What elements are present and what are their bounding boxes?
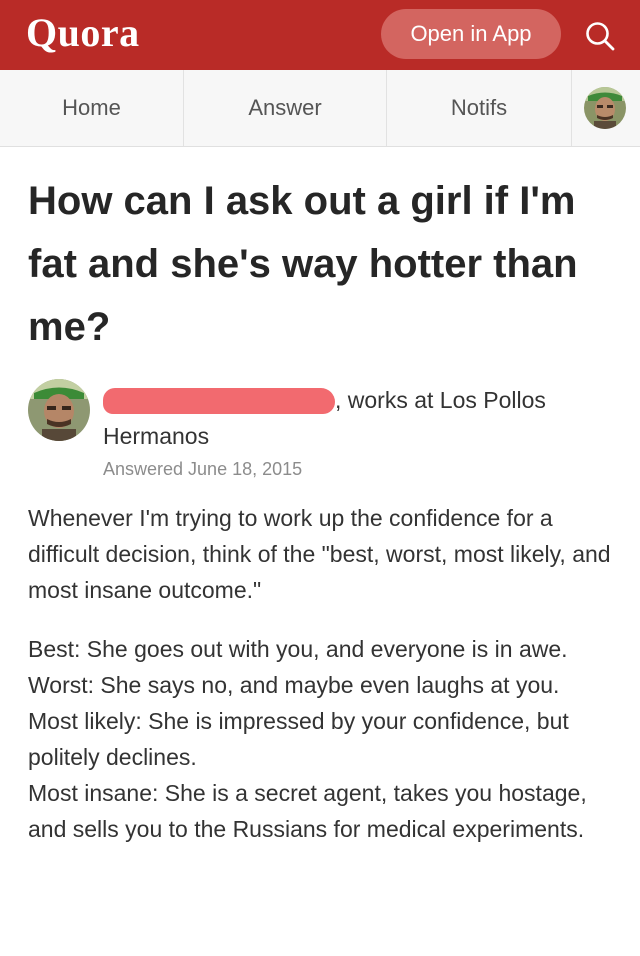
- answer-line-most-insane: Most insane: She is a secret agent, take…: [28, 780, 587, 842]
- profile-avatar[interactable]: [584, 87, 626, 129]
- search-icon[interactable]: [584, 20, 616, 52]
- answered-date[interactable]: Answered June 18, 2015: [103, 456, 302, 482]
- redacted-author-name: [103, 388, 335, 414]
- answer-outcomes: Best: She goes out with you, and everyon…: [28, 631, 618, 847]
- answer-intro: Whenever I'm trying to work up the confi…: [28, 505, 611, 603]
- answer-line-most-likely: Most likely: She is impressed by your co…: [28, 708, 569, 770]
- top-bar: Quora Open in App: [0, 0, 640, 70]
- open-in-app-button[interactable]: Open in App: [381, 9, 561, 59]
- main-nav: Home Answer Notifs: [0, 70, 640, 147]
- answer-line-best: Best: She goes out with you, and everyon…: [28, 636, 568, 662]
- tab-home[interactable]: Home: [0, 70, 183, 146]
- author-avatar[interactable]: [28, 379, 90, 441]
- tab-notifs[interactable]: Notifs: [387, 70, 571, 146]
- tab-answer[interactable]: Answer: [184, 70, 386, 146]
- nav-divider: [571, 70, 572, 146]
- answer-line-worst: Worst: She says no, and maybe even laugh…: [28, 672, 560, 698]
- quora-logo[interactable]: Quora: [26, 10, 140, 56]
- question-title[interactable]: How can I ask out a girl if I'm fat and …: [28, 170, 618, 359]
